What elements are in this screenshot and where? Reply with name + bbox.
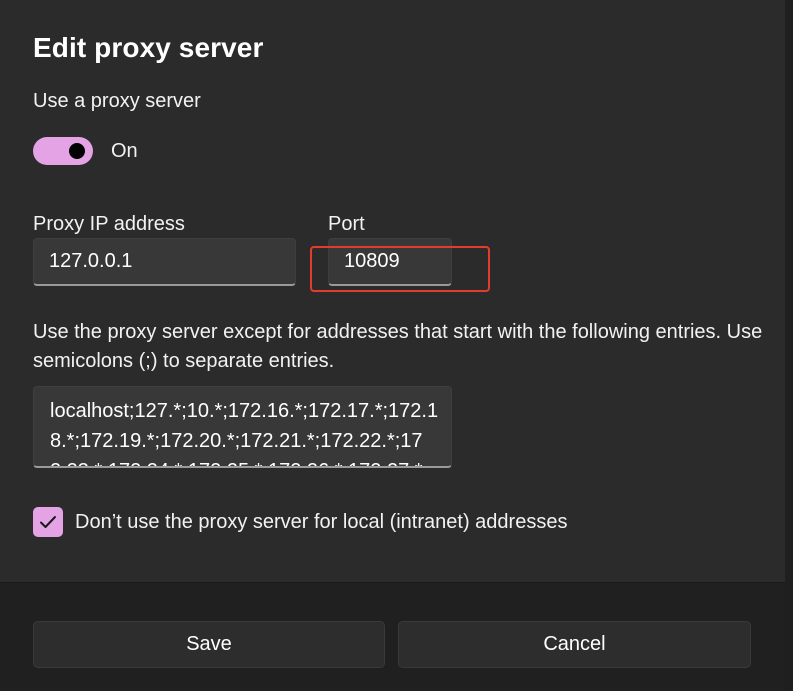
local-bypass-checkbox[interactable]	[33, 507, 63, 537]
ip-address-input[interactable]	[33, 238, 296, 286]
cancel-button[interactable]: Cancel	[398, 621, 751, 668]
checkmark-icon	[40, 516, 56, 528]
window-edge	[785, 0, 793, 691]
exceptions-description: Use the proxy server except for addresse…	[33, 321, 763, 372]
edit-proxy-dialog: Edit proxy server Use a proxy server On …	[0, 0, 793, 691]
port-highlight-box	[310, 246, 490, 292]
save-button[interactable]: Save	[33, 621, 385, 668]
toggle-state-text: On	[111, 140, 138, 162]
dialog-title: Edit proxy server	[33, 32, 264, 63]
ip-address-label: Proxy IP address	[33, 213, 185, 235]
toggle-knob	[69, 143, 85, 159]
exceptions-text: localhost;127.*;10.*;172.16.*;172.17.*;1…	[50, 400, 439, 466]
proxy-toggle[interactable]	[33, 137, 93, 165]
port-label: Port	[328, 213, 365, 235]
exceptions-textarea[interactable]: localhost;127.*;10.*;172.16.*;172.17.*;1…	[33, 386, 452, 468]
local-bypass-label: Don’t use the proxy server for local (in…	[75, 511, 568, 533]
proxy-toggle-label: Use a proxy server	[33, 90, 201, 112]
